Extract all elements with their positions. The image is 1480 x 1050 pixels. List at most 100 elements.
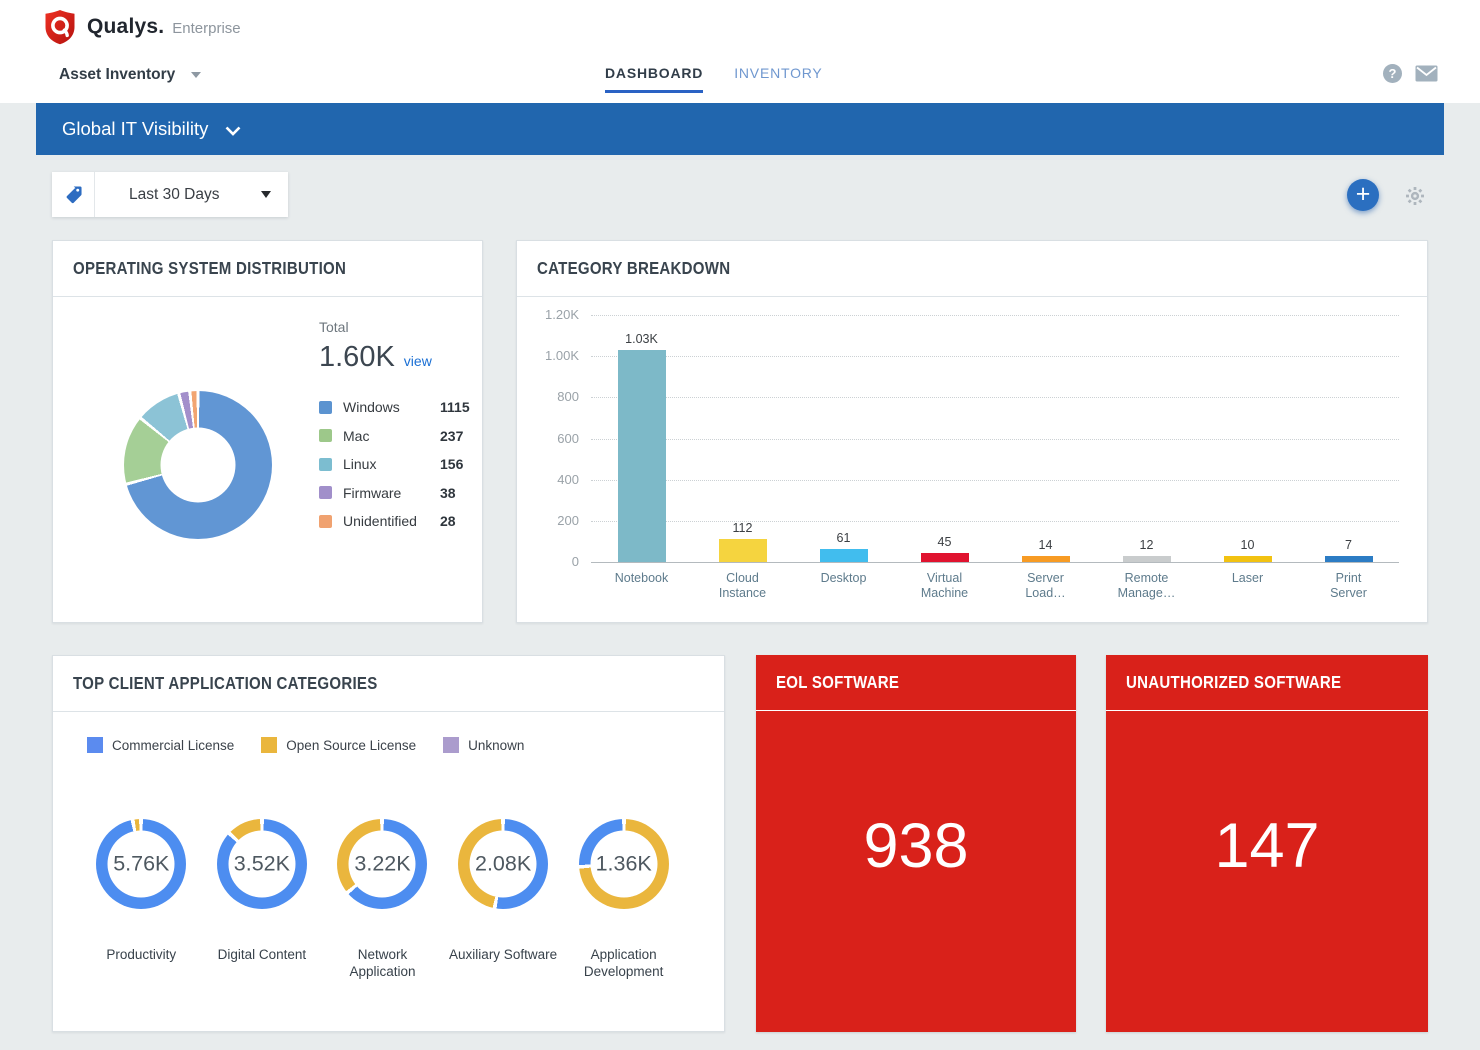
os-summary: Total 1.60K view Windows1115Mac237Linux1… [319, 319, 470, 529]
app-card-header: TOP CLIENT APPLICATION CATEGORIES [53, 656, 724, 712]
eol-card-header: EOL SOFTWARE [756, 655, 1076, 711]
legend-value: 237 [440, 428, 463, 444]
x-axis-label: Remote Manage… [1096, 571, 1197, 601]
app-donut-chart[interactable]: 1.36K [579, 819, 669, 909]
legend-value: 1115 [440, 399, 470, 415]
app-donut-value: 1.36K [590, 831, 657, 898]
dashboard-selector-banner[interactable]: Global IT Visibility [36, 103, 1444, 155]
bar-print-server[interactable] [1325, 556, 1373, 562]
bar-slot: 12 [1096, 315, 1197, 562]
bar-value-label: 12 [1140, 538, 1154, 552]
app-donut-chart[interactable]: 3.22K [337, 819, 427, 909]
os-view-link[interactable]: view [404, 353, 432, 369]
y-axis-tick: 1.00K [517, 348, 579, 363]
legend-label: Firmware [343, 485, 440, 501]
bar-remote-manage…[interactable] [1123, 556, 1171, 562]
caret-down-icon [191, 72, 201, 78]
legend-item-open-source-license: Open Source License [261, 737, 416, 753]
mail-icon[interactable] [1415, 65, 1438, 82]
bar-desktop[interactable] [820, 549, 868, 562]
bar-slot: 1.03K [591, 315, 692, 562]
legend-item-firmware: Firmware38 [319, 485, 470, 501]
legend-label: Open Source License [286, 738, 416, 753]
dropdown-caret-icon [261, 191, 271, 198]
app-donut-chart[interactable]: 2.08K [458, 819, 548, 909]
unauthorized-card-header: UNAUTHORIZED SOFTWARE [1106, 655, 1428, 711]
bar-slot: 61 [793, 315, 894, 562]
app-donut-chart[interactable]: 5.76K [96, 819, 186, 909]
y-axis-tick: 1.20K [517, 307, 579, 322]
unauthorized-software-card[interactable]: UNAUTHORIZED SOFTWARE 147 [1106, 655, 1428, 1032]
qualys-logo-icon [44, 9, 76, 45]
app-category-item: 1.36K Application Development [563, 819, 684, 980]
legend-item-unidentified: Unidentified28 [319, 513, 470, 529]
add-widget-button[interactable]: + [1347, 179, 1379, 211]
legend-label: Commercial License [112, 738, 234, 753]
bar-slot: 14 [995, 315, 1096, 562]
eol-card-title: EOL SOFTWARE [776, 672, 899, 693]
legend-swatch-icon [443, 737, 459, 753]
legend-item-mac: Mac237 [319, 428, 470, 444]
module-selector[interactable]: Asset Inventory [59, 66, 201, 84]
tag-filter-button[interactable] [52, 172, 95, 217]
bar-value-label: 112 [733, 521, 753, 535]
bar-laser[interactable] [1224, 556, 1272, 562]
app-category-label: Digital Content [218, 946, 307, 963]
tab-inventory[interactable]: INVENTORY [734, 65, 822, 93]
y-axis-tick: 600 [517, 431, 579, 446]
legend-swatch-icon [319, 401, 332, 414]
dashboard-title: Global IT Visibility [62, 118, 208, 140]
bar-value-label: 10 [1241, 538, 1255, 552]
y-axis-tick: 400 [517, 472, 579, 487]
module-label: Asset Inventory [59, 66, 175, 84]
app-card-title: TOP CLIENT APPLICATION CATEGORIES [73, 673, 378, 694]
os-card-title: OPERATING SYSTEM DISTRIBUTION [73, 258, 346, 279]
date-range-dropdown[interactable]: Last 30 Days [95, 172, 288, 217]
bar-value-label: 61 [837, 531, 851, 545]
bar-virtual-machine[interactable] [921, 553, 969, 562]
main-tabs: DASHBOARD INVENTORY [605, 65, 823, 93]
app-donut-chart[interactable]: 3.52K [217, 819, 307, 909]
unauthorized-count: 147 [1106, 815, 1428, 878]
unauthorized-card-title: UNAUTHORIZED SOFTWARE [1126, 672, 1341, 693]
app-donut-value: 3.52K [228, 831, 295, 898]
tab-dashboard[interactable]: DASHBOARD [605, 65, 703, 93]
app-donut-value: 5.76K [108, 831, 175, 898]
bar-value-label: 7 [1345, 538, 1352, 552]
os-legend: Windows1115Mac237Linux156Firmware38Unide… [319, 399, 470, 529]
category-card-title: CATEGORY BREAKDOWN [537, 258, 730, 279]
eol-count: 938 [756, 815, 1076, 878]
legend-swatch-icon [319, 486, 332, 499]
app-legend: Commercial License Open Source License Unk… [87, 737, 524, 753]
bar-slot: 112 [692, 315, 793, 562]
legend-swatch-icon [319, 515, 332, 528]
legend-value: 156 [440, 456, 463, 472]
help-icon[interactable]: ? [1383, 64, 1402, 83]
filter-toolbar: Last 30 Days [52, 172, 288, 217]
os-donut-chart[interactable] [124, 391, 272, 539]
eol-software-card[interactable]: EOL SOFTWARE 938 [756, 655, 1076, 1032]
settings-gear-icon[interactable] [1404, 185, 1426, 212]
tag-icon [63, 185, 83, 205]
os-distribution-card: OPERATING SYSTEM DISTRIBUTION Total 1.60… [52, 240, 483, 623]
category-x-axis-labels: NotebookCloud InstanceDesktopVirtual Mac… [591, 571, 1399, 601]
legend-swatch-icon [319, 429, 332, 442]
bar-notebook[interactable] [618, 350, 666, 562]
legend-item-commercial-license: Commercial License [87, 737, 234, 753]
x-axis-label: Notebook [591, 571, 692, 601]
bar-slot: 7 [1298, 315, 1399, 562]
header-icons: ? [1383, 64, 1438, 83]
os-total-label: Total [319, 319, 470, 335]
legend-item-windows: Windows1115 [319, 399, 470, 415]
legend-label: Unknown [468, 738, 524, 753]
y-axis-tick: 0 [517, 554, 579, 569]
legend-label: Unidentified [343, 513, 440, 529]
app-category-label: Application Development [584, 946, 664, 980]
bar-cloud-instance[interactable] [719, 539, 767, 562]
legend-label: Linux [343, 456, 440, 472]
bar-server-load…[interactable] [1022, 556, 1070, 562]
app-category-label: Network Application [349, 946, 415, 980]
app-donut-value: 3.22K [349, 831, 416, 898]
legend-value: 38 [440, 485, 456, 501]
app-category-item: 3.52K Digital Content [202, 819, 323, 980]
